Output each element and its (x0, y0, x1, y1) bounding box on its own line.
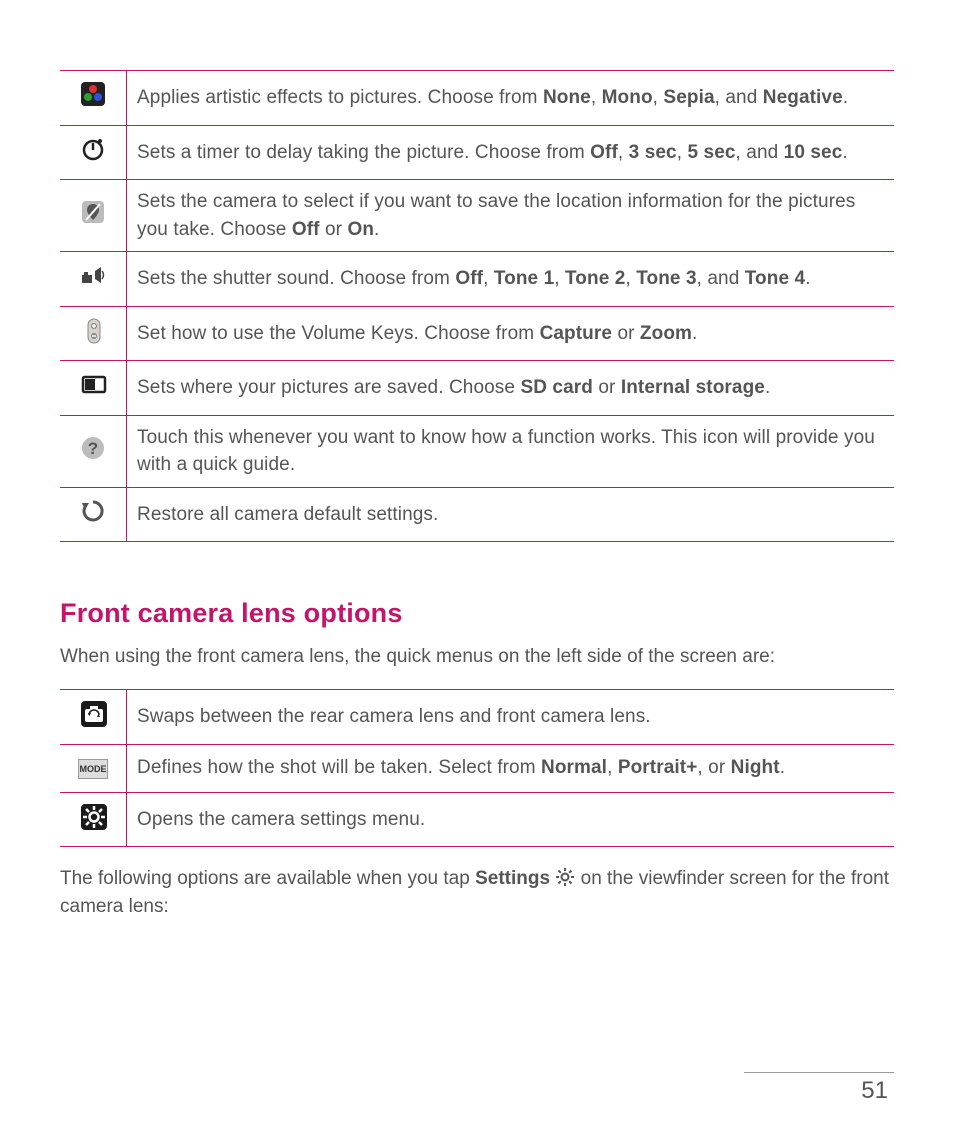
help-icon (79, 434, 107, 462)
icon-cell (60, 306, 127, 361)
table-row: Touch this whenever you want to know how… (60, 415, 894, 487)
table-row: Sets a timer to delay taking the picture… (60, 125, 894, 180)
table-row: Sets the shutter sound. Choose from Off,… (60, 252, 894, 307)
closing-paragraph: The following options are available when… (60, 865, 894, 920)
table-row: Restore all camera default settings. (60, 487, 894, 542)
reset-icon (79, 497, 107, 525)
icon-cell (60, 690, 127, 745)
description-cell: Sets the shutter sound. Choose from Off,… (127, 252, 895, 307)
description-cell: Sets where your pictures are saved. Choo… (127, 361, 895, 416)
description-cell: Sets the camera to select if you want to… (127, 180, 895, 252)
swap-camera-icon (79, 699, 107, 727)
manual-page: Applies artistic effects to pictures. Ch… (0, 0, 954, 1145)
icon-cell (60, 252, 127, 307)
icon-cell (60, 415, 127, 487)
page-footer: 51 (60, 1072, 894, 1105)
table-row: Applies artistic effects to pictures. Ch… (60, 71, 894, 126)
description-cell: Sets a timer to delay taking the picture… (127, 125, 895, 180)
description-cell: Set how to use the Volume Keys. Choose f… (127, 306, 895, 361)
timer-icon (79, 135, 107, 163)
description-cell: Defines how the shot will be taken. Sele… (127, 744, 895, 792)
table-row: MODE Defines how the shot will be taken. … (60, 744, 894, 792)
section-heading: Front camera lens options (60, 598, 894, 629)
settings-icon-inline (555, 867, 575, 887)
icon-cell (60, 361, 127, 416)
description-cell: Touch this whenever you want to know how… (127, 415, 895, 487)
icon-cell (60, 487, 127, 542)
shutter-sound-icon (79, 261, 107, 289)
section-intro: When using the front camera lens, the qu… (60, 643, 894, 671)
description-cell: Opens the camera settings menu. (127, 792, 895, 847)
geotag-icon (79, 198, 107, 226)
description-cell: Swaps between the rear camera lens and f… (127, 690, 895, 745)
camera-settings-table: Applies artistic effects to pictures. Ch… (60, 70, 894, 542)
table-row: Swaps between the rear camera lens and f… (60, 690, 894, 745)
settings-icon (79, 802, 107, 830)
table-row: Set how to use the Volume Keys. Choose f… (60, 306, 894, 361)
table-row: Sets where your pictures are saved. Choo… (60, 361, 894, 416)
icon-cell (60, 71, 127, 126)
description-cell: Applies artistic effects to pictures. Ch… (127, 71, 895, 126)
icon-cell (60, 792, 127, 847)
description-cell: Restore all camera default settings. (127, 487, 895, 542)
table-row: Opens the camera settings menu. (60, 792, 894, 847)
page-number: 51 (861, 1077, 894, 1104)
volume-key-icon (79, 316, 107, 344)
storage-icon (79, 370, 107, 398)
table-row: Sets the camera to select if you want to… (60, 180, 894, 252)
color-effect-icon (79, 80, 107, 108)
mode-icon: MODE (78, 759, 108, 779)
front-camera-options-table: Swaps between the rear camera lens and f… (60, 689, 894, 847)
icon-cell (60, 125, 127, 180)
icon-cell: MODE (60, 744, 127, 792)
icon-cell (60, 180, 127, 252)
